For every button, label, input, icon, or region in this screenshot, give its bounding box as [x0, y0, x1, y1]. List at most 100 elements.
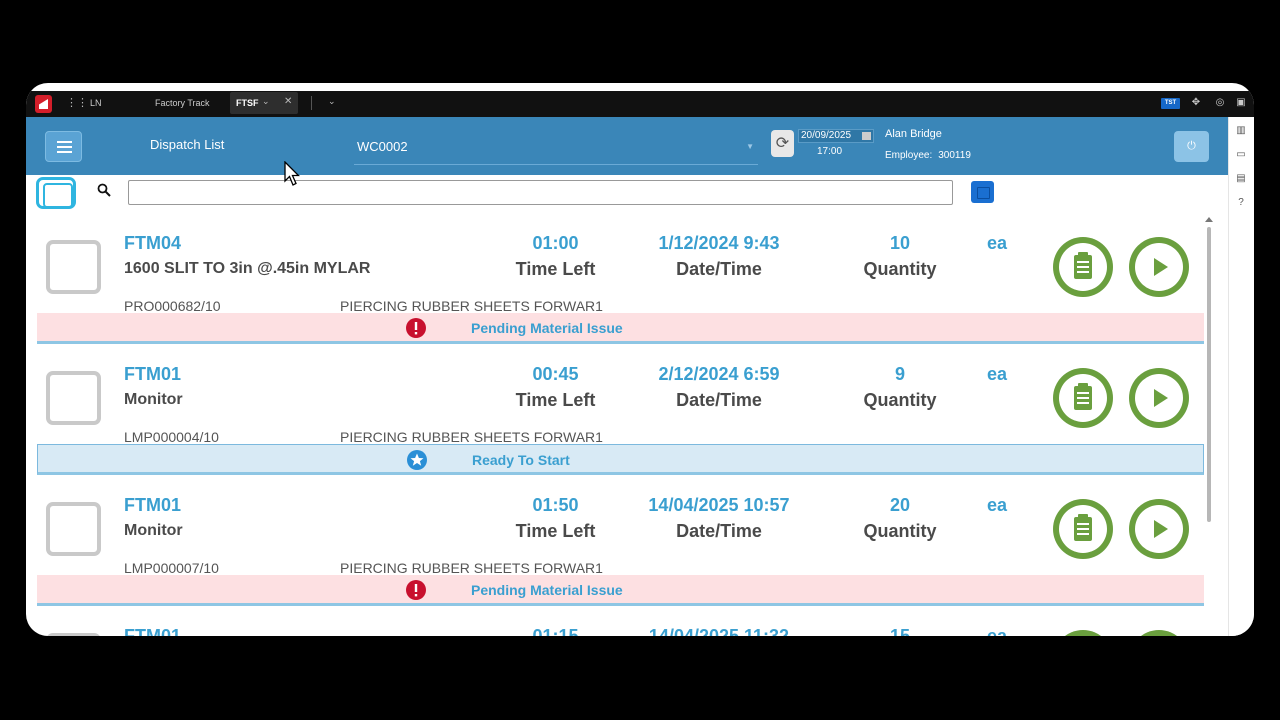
tab-ftsf[interactable]: FTSF ⌄ ✕ — [230, 92, 298, 114]
crosshair-icon[interactable]: ✥ — [1190, 97, 1202, 109]
refresh-button[interactable]: ⟳ — [771, 130, 794, 157]
inbox-icon[interactable]: ▤ — [1235, 173, 1247, 185]
item-time-left: 01:00 — [532, 233, 579, 253]
item-quantity: 20 — [889, 495, 911, 515]
page-title: Dispatch List — [150, 137, 225, 152]
menu-line — [57, 151, 72, 153]
quantity-label: Quantity — [863, 521, 937, 541]
app-name[interactable]: Factory Track — [155, 98, 210, 108]
scan-button[interactable] — [36, 177, 76, 209]
item-unit: ea — [987, 626, 1008, 636]
refresh-icon: ⟳ — [775, 135, 790, 152]
time-left-label: Time Left — [515, 390, 596, 410]
item-work-center: FTM01 — [124, 626, 182, 636]
user-name: Alan Bridge — [885, 128, 942, 140]
menu-line — [57, 141, 72, 143]
status-bar: Pending Material Issue — [37, 575, 1204, 606]
menu-line — [57, 146, 72, 148]
select-checkbox[interactable] — [46, 502, 101, 556]
search-input[interactable] — [128, 180, 953, 205]
dispatch-list: FTM04 1600 SLIT TO 3in @.45in MYLAR 01:0… — [37, 217, 1204, 636]
panel-icon[interactable]: ▣ — [1235, 97, 1247, 109]
filter-button[interactable] — [971, 181, 994, 203]
top-bar: ⋮⋮ LN Factory Track FTSF ⌄ ✕ ⌄ TST ✥ ◎ ▣ — [26, 91, 1254, 117]
date-time-label: Date/Time — [676, 259, 762, 279]
list-item[interactable]: FTM01 01:15 14/04/2025 11:32 15 ea — [37, 610, 1204, 636]
document-button[interactable] — [1053, 368, 1113, 428]
item-time-left: 00:45 — [532, 364, 579, 384]
item-operation: PIERCING RUBBER SHEETS FORWAR1 — [340, 429, 603, 445]
document-icon — [1074, 383, 1092, 410]
app-logo-icon[interactable] — [35, 95, 52, 113]
scrollbar-thumb[interactable] — [1207, 227, 1211, 522]
employee-label: Employee: — [885, 150, 933, 161]
item-date-time: 1/12/2024 9:43 — [658, 233, 780, 253]
app-window: ⋮⋮ LN Factory Track FTSF ⌄ ✕ ⌄ TST ✥ ◎ ▣… — [26, 83, 1254, 636]
app-short-name[interactable]: LN — [90, 98, 102, 108]
star-icon — [407, 450, 427, 470]
header: Dispatch List WC0002 ▼ ⟳ 20/09/2025 17:0… — [26, 117, 1228, 175]
time-value: 17:00 — [817, 146, 843, 157]
status-text: Pending Material Issue — [471, 320, 623, 336]
play-icon — [1154, 389, 1168, 407]
alert-icon — [406, 318, 426, 338]
power-icon: ⏻ — [1187, 140, 1196, 152]
menu-button[interactable] — [45, 131, 82, 162]
item-date-time: 14/04/2025 11:32 — [648, 626, 790, 636]
document-button[interactable] — [1053, 237, 1113, 297]
employee-info: Employee: 300119 — [885, 150, 971, 161]
date-field[interactable]: 20/09/2025 — [798, 129, 874, 143]
document-icon — [1074, 252, 1092, 279]
item-quantity: 15 — [889, 626, 911, 636]
play-icon — [1154, 258, 1168, 276]
item-work-center: FTM04 — [124, 233, 182, 253]
start-button[interactable] — [1129, 237, 1189, 297]
status-text: Ready To Start — [472, 452, 570, 468]
item-quantity: 9 — [894, 364, 905, 384]
user-circle-icon[interactable]: ◎ — [1214, 97, 1226, 109]
list-item[interactable]: FTM01 Monitor 00:45 Time Left 2/12/2024 … — [37, 348, 1204, 479]
select-checkbox[interactable] — [46, 371, 101, 425]
start-button[interactable] — [1129, 499, 1189, 559]
item-quantity: 10 — [889, 233, 911, 253]
list-item[interactable]: FTM04 1600 SLIT TO 3in @.45in MYLAR 01:0… — [37, 217, 1204, 348]
document-button[interactable] — [1053, 630, 1113, 636]
start-button[interactable] — [1129, 630, 1189, 636]
tab-label: FTSF — [236, 98, 259, 108]
status-text: Pending Material Issue — [471, 582, 623, 598]
select-checkbox[interactable] — [46, 240, 101, 294]
item-work-center: FTM01 — [124, 364, 182, 384]
item-operation: PIERCING RUBBER SHEETS FORWAR1 — [340, 298, 603, 314]
scrollbar[interactable] — [1204, 217, 1214, 636]
env-badge: TST — [1161, 98, 1180, 109]
item-date-time: 2/12/2024 6:59 — [658, 364, 780, 384]
play-icon — [1154, 520, 1168, 538]
quantity-label: Quantity — [863, 259, 937, 279]
scroll-up-icon[interactable] — [1205, 217, 1213, 222]
work-center-value: WC0002 — [357, 139, 408, 154]
apps-grid-icon[interactable]: ⋮⋮ — [66, 97, 88, 109]
chevron-down-icon[interactable]: ⌄ — [262, 96, 270, 107]
item-operation: PIERCING RUBBER SHEETS FORWAR1 — [340, 560, 603, 576]
help-icon[interactable]: ? — [1235, 197, 1247, 209]
close-icon[interactable]: ✕ — [284, 96, 292, 107]
chat-icon[interactable]: ▭ — [1235, 149, 1247, 161]
item-description: Monitor — [124, 522, 183, 539]
select-checkbox[interactable] — [46, 633, 101, 636]
item-order: PRO000682/10 — [124, 298, 221, 314]
item-date-time: 14/04/2025 10:57 — [648, 495, 790, 515]
employee-id: 300119 — [938, 150, 971, 161]
divider — [311, 96, 312, 110]
calendar-icon[interactable] — [862, 132, 871, 140]
layout-icon[interactable]: ▥ — [1235, 125, 1247, 137]
item-unit: ea — [987, 364, 1008, 384]
time-left-label: Time Left — [515, 521, 596, 541]
item-unit: ea — [987, 495, 1008, 515]
item-order: LMP000004/10 — [124, 429, 219, 445]
logout-button[interactable]: ⏻ — [1174, 131, 1209, 162]
start-button[interactable] — [1129, 368, 1189, 428]
work-center-select[interactable]: WC0002 ▼ — [354, 129, 758, 165]
document-button[interactable] — [1053, 499, 1113, 559]
list-item[interactable]: FTM01 Monitor 01:50 Time Left 14/04/2025… — [37, 479, 1204, 610]
expand-tabs-icon[interactable]: ⌄ — [328, 96, 336, 107]
